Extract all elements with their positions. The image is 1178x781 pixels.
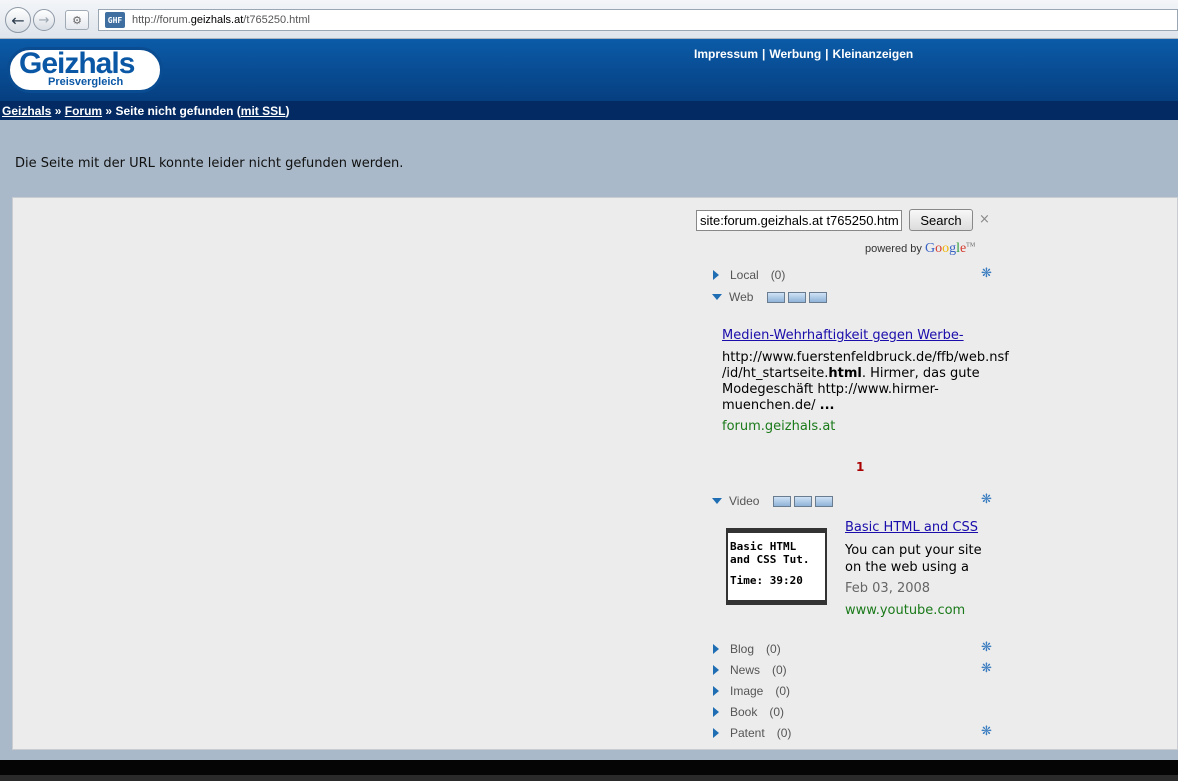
gear-icon[interactable]: ❋ [981, 661, 992, 676]
collapse-arrow-icon [712, 294, 722, 300]
expand-arrow-icon [713, 644, 719, 654]
site-header: Geizhals Preisvergleich Impressum | Werbun… [0, 39, 1178, 101]
top-links: Impressum | Werbung | Kleinanzeigen [694, 47, 914, 61]
google-logo: GoogleTM [924, 241, 976, 256]
expand-arrow-icon [713, 707, 719, 717]
breadcrumb-current: Seite nicht gefunden ( [115, 104, 241, 118]
powered-by-google: powered by GoogleTM [865, 241, 976, 256]
werbung-link[interactable]: Werbung [769, 47, 821, 61]
url-text[interactable]: http://forum.geizhals.at/t765250.html [132, 14, 310, 26]
expand-arrow-icon [713, 665, 719, 675]
kleinanzeigen-link[interactable]: Kleinanzeigen [833, 47, 914, 61]
category-news[interactable]: News (0) [713, 663, 787, 677]
puzzle-icon: ⚙ [72, 13, 82, 27]
single-view-icon[interactable] [773, 495, 792, 507]
search-button[interactable]: Search [909, 209, 973, 231]
web-result-snippet: http://www.fuerstenfeldbruck.de/ffb/web.… [722, 350, 1009, 413]
logo-subtitle: Preisvergleich [48, 76, 124, 88]
view-options [773, 495, 834, 507]
web-result-url: forum.geizhals.at [722, 419, 836, 434]
expand-arrow-icon [713, 686, 719, 696]
search-panel: Search × powered by GoogleTM Local (0) ❋… [12, 197, 1178, 750]
address-bar[interactable]: GHF http://forum.geizhals.at/t765250.htm… [98, 9, 1178, 31]
expand-arrow-icon [713, 728, 719, 738]
expand-arrow-icon [713, 270, 719, 280]
not-found-message: Die Seite mit der URL konnte leider nich… [15, 156, 404, 171]
arrow-right-icon: → [38, 12, 50, 28]
single-view-icon[interactable] [767, 291, 786, 303]
gear-icon[interactable]: ❋ [981, 640, 992, 655]
category-patent[interactable]: Patent (0) [713, 726, 791, 740]
clear-search-icon[interactable]: × [979, 212, 990, 227]
collapse-arrow-icon [712, 498, 722, 504]
ssl-link[interactable]: mit SSL [241, 104, 286, 118]
category-video[interactable]: Video [712, 494, 834, 508]
category-book[interactable]: Book (0) [713, 705, 784, 719]
video-result-url: www.youtube.com [845, 603, 966, 618]
category-blog[interactable]: Blog (0) [713, 642, 781, 656]
category-image[interactable]: Image (0) [713, 684, 790, 698]
impressum-link[interactable]: Impressum [694, 47, 758, 61]
list-view-icon[interactable] [809, 291, 828, 303]
multi-view-icon[interactable] [788, 291, 807, 303]
web-result-title[interactable]: Medien-Wehrhaftigkeit gegen Werbe- [722, 328, 964, 343]
video-result-snippet: You can put your site on the web using a [845, 543, 982, 575]
video-result-title[interactable]: Basic HTML and CSS [845, 520, 978, 535]
footer-edge [0, 775, 1178, 781]
gear-icon[interactable]: ❋ [981, 492, 992, 507]
search-input[interactable] [696, 210, 902, 231]
view-options [767, 291, 828, 303]
geizhals-logo[interactable]: Geizhals Preisvergleich [7, 47, 163, 93]
arrow-left-icon: ← [11, 10, 25, 30]
gear-icon[interactable]: ❋ [981, 724, 992, 739]
multi-view-icon[interactable] [794, 495, 813, 507]
list-view-icon[interactable] [815, 495, 834, 507]
breadcrumb-forum[interactable]: Forum [65, 104, 102, 118]
category-web[interactable]: Web [712, 290, 828, 304]
gear-icon[interactable]: ❋ [981, 266, 992, 281]
site-favicon-icon: GHF [105, 12, 125, 28]
breadcrumb: Geizhals » Forum » Seite nicht gefunden … [0, 101, 1178, 120]
video-result-date: Feb 03, 2008 [845, 581, 931, 596]
pager-current-page[interactable]: 1 [856, 460, 864, 474]
extension-button[interactable]: ⚙ [65, 10, 89, 30]
category-local[interactable]: Local (0) [713, 268, 785, 282]
video-thumbnail[interactable]: Basic HTML and CSS Tut. Time: 39:20 [726, 528, 827, 605]
back-button[interactable]: ← [5, 7, 31, 33]
browser-toolbar: ← → ⚙ GHF http://forum.geizhals.at/t7652… [0, 0, 1178, 39]
forward-button[interactable]: → [33, 9, 55, 31]
breadcrumb-geizhals[interactable]: Geizhals [2, 104, 51, 118]
